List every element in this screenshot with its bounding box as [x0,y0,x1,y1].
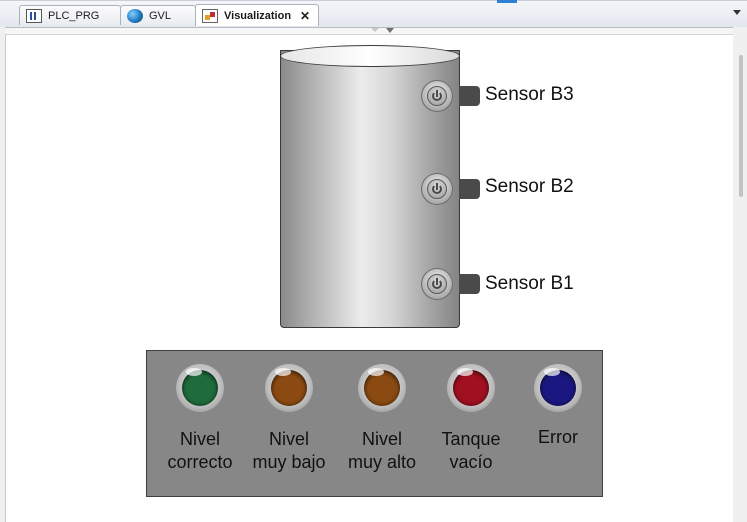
visualization-icon [202,8,218,23]
vertical-scrollbar[interactable] [733,33,747,522]
indicator-label: Nivel correcto [167,429,233,472]
indicator-panel: Nivel correcto Nivel muy bajo Nivel muy alt… [146,350,603,497]
sensor-b2-button[interactable] [421,173,453,205]
power-icon [427,86,447,106]
editor-tab-bar: PLC_PRG GVL Visualization ✕ [0,0,747,27]
sensor-connector [459,179,480,199]
close-icon[interactable]: ✕ [300,9,310,23]
active-window-marker [497,0,517,3]
sensor-b3-label: Sensor B3 [485,84,574,105]
power-icon [427,179,447,199]
sensor-b3-button[interactable] [421,80,453,112]
tab-label: PLC_PRG [48,9,100,22]
sensor-b1-label: Sensor B1 [485,273,574,294]
ruler-marker-icon [386,28,394,33]
tab-list-dropdown-icon[interactable] [733,10,741,15]
tank-top [280,45,460,67]
ruler-marker-icon [371,28,379,32]
sensor-connector [459,274,480,294]
tab-visualization[interactable]: Visualization ✕ [195,4,319,26]
indicator-label: Error [538,427,578,447]
indicator-lamp-tanque-vacio [447,364,495,412]
indicator-lamp-nivel-correcto [176,364,224,412]
power-icon [427,274,447,294]
sensor-b2-label: Sensor B2 [485,176,574,197]
indicator-lamp-nivel-muy-alto [358,364,406,412]
editor-ruler [5,27,733,35]
scrollbar-thumb[interactable] [739,55,743,197]
tab-plc-prg[interactable]: PLC_PRG [19,5,121,25]
tab-label: Visualization [224,9,292,22]
program-icon [26,8,42,23]
sensor-b1-button[interactable] [421,268,453,300]
indicator-label: Nivel muy bajo [252,429,326,472]
tab-bar-top-border [0,0,747,1]
indicator-label: Tanque vacío [441,429,501,472]
globe-icon [127,8,143,23]
indicator-lamp-error [534,364,582,412]
indicator-label: Nivel muy alto [347,429,417,472]
sensor-connector [459,86,480,106]
tab-gvl[interactable]: GVL [120,5,196,25]
tab-label: GVL [149,9,172,22]
indicator-lamp-nivel-muy-bajo [265,364,313,412]
